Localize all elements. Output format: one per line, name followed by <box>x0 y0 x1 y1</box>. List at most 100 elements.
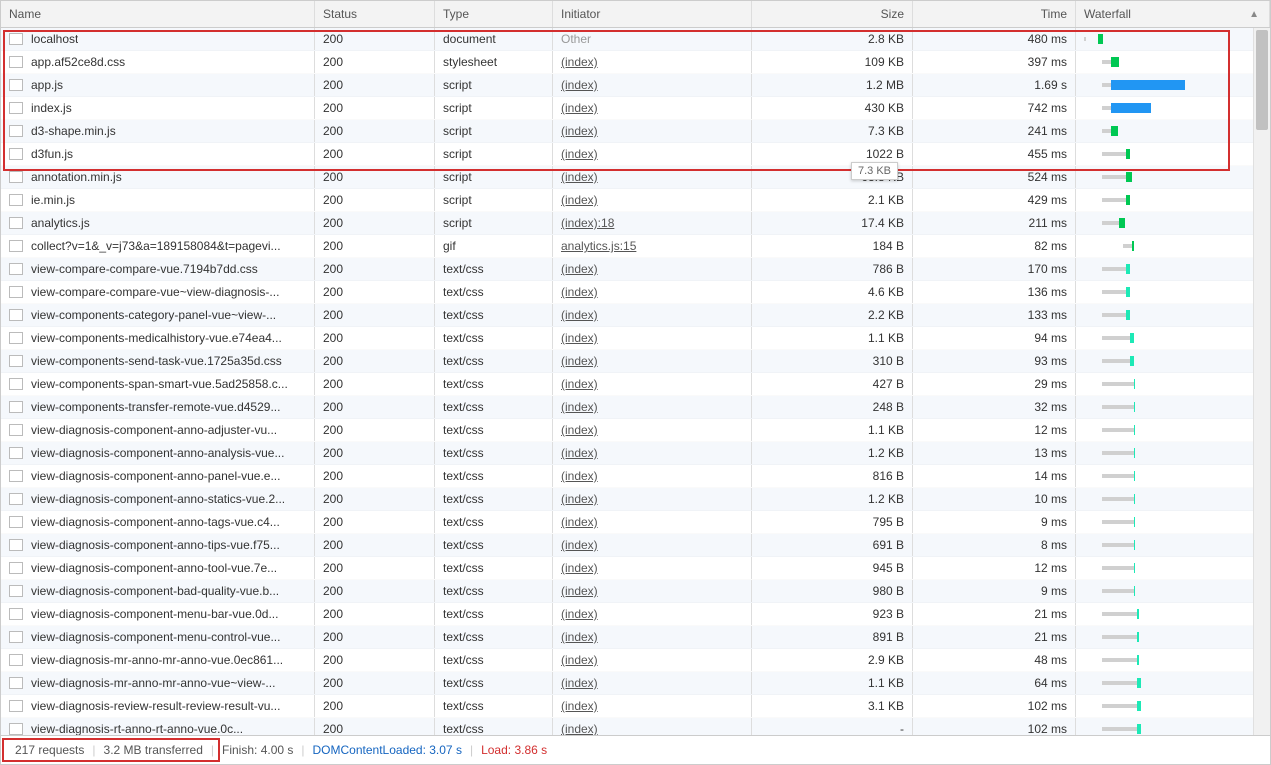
table-row[interactable]: index.js200script(index)430 KB742 ms <box>1 97 1270 120</box>
response-size: 891 B <box>752 626 913 648</box>
table-row[interactable]: annotation.min.js200script(index)63.8 KB… <box>1 166 1270 189</box>
initiator-link[interactable]: (index) <box>561 262 598 276</box>
response-size: 691 B <box>752 534 913 556</box>
response-time: 12 ms <box>913 557 1076 579</box>
table-row[interactable]: collect?v=1&_v=j73&a=189158084&t=pagevi.… <box>1 235 1270 258</box>
table-row[interactable]: view-diagnosis-rt-anno-rt-anno-vue.0c...… <box>1 718 1270 735</box>
response-size: 3.1 KB <box>752 695 913 717</box>
initiator-link[interactable]: (index) <box>561 538 598 552</box>
waterfall-cell <box>1076 672 1270 694</box>
table-row[interactable]: d3fun.js200script(index)1022 B455 ms <box>1 143 1270 166</box>
status-code: 200 <box>315 511 435 533</box>
table-row[interactable]: view-components-medicalhistory-vue.e74ea… <box>1 327 1270 350</box>
initiator-link[interactable]: (index) <box>561 147 598 161</box>
response-time: 32 ms <box>913 396 1076 418</box>
scrollbar-thumb[interactable] <box>1256 30 1268 130</box>
initiator-link[interactable]: (index) <box>561 515 598 529</box>
initiator-link[interactable]: (index) <box>561 78 598 92</box>
table-row[interactable]: view-components-category-panel-vue~view-… <box>1 304 1270 327</box>
header-name[interactable]: Name <box>1 1 315 27</box>
response-time: 93 ms <box>913 350 1076 372</box>
initiator-link[interactable]: (index) <box>561 423 598 437</box>
file-icon <box>9 194 23 206</box>
table-row[interactable]: app.js200script(index)1.2 MB1.69 s <box>1 74 1270 97</box>
initiator-link[interactable]: (index) <box>561 584 598 598</box>
initiator-link[interactable]: (index) <box>561 653 598 667</box>
vertical-scrollbar[interactable] <box>1253 28 1270 735</box>
initiator-link[interactable]: (index) <box>561 55 598 69</box>
request-name: view-diagnosis-rt-anno-rt-anno-vue.0c... <box>31 722 243 735</box>
table-row[interactable]: view-diagnosis-mr-anno-mr-anno-vue~view-… <box>1 672 1270 695</box>
table-row[interactable]: view-diagnosis-component-anno-tool-vue.7… <box>1 557 1270 580</box>
request-name: view-diagnosis-mr-anno-mr-anno-vue.0ec86… <box>31 653 283 667</box>
table-row[interactable]: view-compare-compare-vue~view-diagnosis-… <box>1 281 1270 304</box>
response-time: 9 ms <box>913 511 1076 533</box>
waterfall-cell <box>1076 281 1270 303</box>
table-row[interactable]: view-diagnosis-component-menu-bar-vue.0d… <box>1 603 1270 626</box>
status-code: 200 <box>315 97 435 119</box>
initiator-link[interactable]: (index) <box>561 193 598 207</box>
initiator-link[interactable]: (index) <box>561 400 598 414</box>
table-row[interactable]: view-diagnosis-component-menu-control-vu… <box>1 626 1270 649</box>
header-type[interactable]: Type <box>435 1 553 27</box>
table-row[interactable]: d3-shape.min.js200script(index)7.3 KB241… <box>1 120 1270 143</box>
initiator-link[interactable]: (index) <box>561 170 598 184</box>
table-row[interactable]: view-components-span-smart-vue.5ad25858.… <box>1 373 1270 396</box>
resource-type: text/css <box>435 603 553 625</box>
initiator-link[interactable]: (index) <box>561 124 598 138</box>
file-icon <box>9 378 23 390</box>
table-row[interactable]: ie.min.js200script(index)2.1 KB429 ms <box>1 189 1270 212</box>
table-row[interactable]: view-diagnosis-component-anno-tags-vue.c… <box>1 511 1270 534</box>
initiator-link[interactable]: (index) <box>561 308 598 322</box>
table-row[interactable]: analytics.js200script(index):1817.4 KB21… <box>1 212 1270 235</box>
table-row[interactable]: view-diagnosis-component-bad-quality-vue… <box>1 580 1270 603</box>
header-waterfall[interactable]: Waterfall ▲ <box>1076 1 1270 27</box>
table-body[interactable]: localhost200documentOther2.8 KB480 msapp… <box>1 28 1270 735</box>
header-size[interactable]: Size <box>752 1 913 27</box>
table-row[interactable]: view-compare-compare-vue.7194b7dd.css200… <box>1 258 1270 281</box>
initiator-link[interactable]: (index) <box>561 446 598 460</box>
initiator-link[interactable]: (index) <box>561 469 598 483</box>
resource-type: script <box>435 120 553 142</box>
status-code: 200 <box>315 557 435 579</box>
initiator-link[interactable]: (index) <box>561 699 598 713</box>
request-name: view-components-medicalhistory-vue.e74ea… <box>31 331 282 345</box>
response-size: 1.2 MB <box>752 74 913 96</box>
table-row[interactable]: view-diagnosis-component-anno-panel-vue.… <box>1 465 1270 488</box>
table-row[interactable]: view-diagnosis-review-result-review-resu… <box>1 695 1270 718</box>
initiator-link[interactable]: (index) <box>561 676 598 690</box>
waterfall-cell <box>1076 488 1270 510</box>
initiator-link[interactable]: (index) <box>561 285 598 299</box>
table-row[interactable]: view-components-send-task-vue.1725a35d.c… <box>1 350 1270 373</box>
initiator-link[interactable]: (index) <box>561 561 598 575</box>
header-status[interactable]: Status <box>315 1 435 27</box>
table-row[interactable]: view-components-transfer-remote-vue.d452… <box>1 396 1270 419</box>
initiator-link[interactable]: (index) <box>561 722 598 735</box>
initiator-link[interactable]: (index) <box>561 492 598 506</box>
response-time: 136 ms <box>913 281 1076 303</box>
table-row[interactable]: view-diagnosis-component-anno-adjuster-v… <box>1 419 1270 442</box>
header-initiator[interactable]: Initiator <box>553 1 752 27</box>
waterfall-cell <box>1076 373 1270 395</box>
file-icon <box>9 309 23 321</box>
status-code: 200 <box>315 212 435 234</box>
status-code: 200 <box>315 235 435 257</box>
table-row[interactable]: app.af52ce8d.css200stylesheet(index)109 … <box>1 51 1270 74</box>
initiator-link[interactable]: (index) <box>561 354 598 368</box>
header-time[interactable]: Time <box>913 1 1076 27</box>
table-row[interactable]: localhost200documentOther2.8 KB480 ms <box>1 28 1270 51</box>
initiator-link[interactable]: analytics.js:15 <box>561 239 636 253</box>
table-row[interactable]: view-diagnosis-mr-anno-mr-anno-vue.0ec86… <box>1 649 1270 672</box>
waterfall-cell <box>1076 166 1270 188</box>
status-code: 200 <box>315 580 435 602</box>
initiator-link[interactable]: (index) <box>561 607 598 621</box>
initiator-link[interactable]: (index):18 <box>561 216 614 230</box>
table-row[interactable]: view-diagnosis-component-anno-tips-vue.f… <box>1 534 1270 557</box>
response-size: 795 B <box>752 511 913 533</box>
initiator-link[interactable]: (index) <box>561 630 598 644</box>
initiator-link[interactable]: (index) <box>561 331 598 345</box>
table-row[interactable]: view-diagnosis-component-anno-statics-vu… <box>1 488 1270 511</box>
initiator-link[interactable]: (index) <box>561 101 598 115</box>
initiator-link[interactable]: (index) <box>561 377 598 391</box>
table-row[interactable]: view-diagnosis-component-anno-analysis-v… <box>1 442 1270 465</box>
